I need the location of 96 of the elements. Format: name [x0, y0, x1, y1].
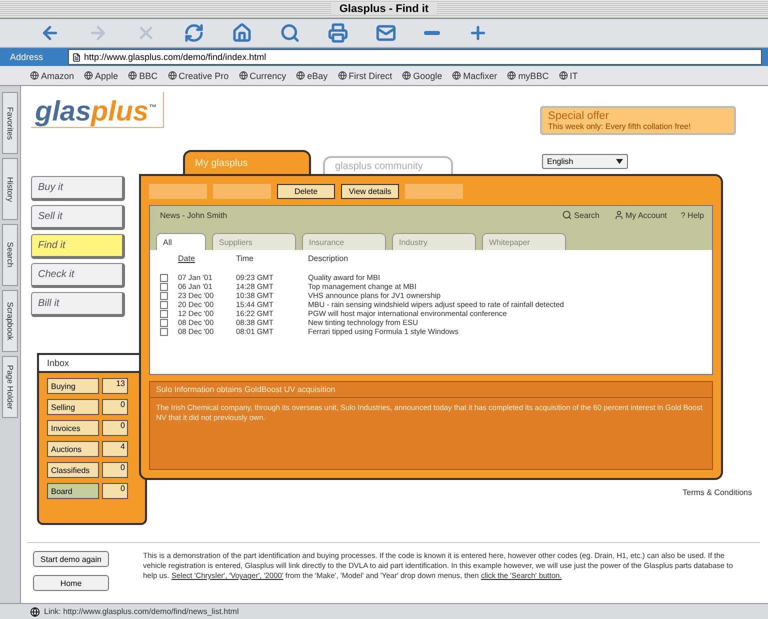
side-tab[interactable]: Favorites	[2, 92, 18, 154]
folder-count: 0	[102, 483, 128, 499]
logo: glasplus$^{™}$	[31, 92, 164, 128]
folder-button[interactable]: Auctions	[47, 441, 99, 457]
row-checkbox[interactable]	[160, 328, 168, 336]
news-link[interactable]: Search	[562, 210, 600, 220]
nav-button[interactable]: Check it	[31, 263, 125, 288]
refresh-icon	[184, 23, 204, 43]
language-select[interactable]: English	[542, 154, 628, 169]
favorite-link[interactable]: Apple	[84, 70, 118, 80]
side-tab[interactable]: Scrapbook	[2, 290, 18, 352]
favorite-link[interactable]: BBC	[128, 70, 158, 80]
globe-icon	[128, 71, 138, 80]
globe-icon	[402, 71, 412, 80]
forward-icon	[88, 23, 108, 43]
address-field[interactable]: http://www.glasplus.com/demo/find/index.html	[68, 49, 762, 65]
row-checkbox[interactable]	[160, 300, 168, 308]
folder-button[interactable]: Board	[47, 483, 99, 499]
person-icon	[614, 210, 624, 220]
globe-icon	[338, 71, 347, 80]
column-header: Date	[178, 254, 196, 263]
address-label: Address	[10, 52, 44, 62]
favorite-link[interactable]: Currency	[238, 70, 286, 80]
search-button[interactable]	[280, 23, 300, 43]
search-icon	[562, 210, 572, 220]
offer-text: This week only: Every fifth collation free!	[548, 122, 692, 131]
globe-icon	[296, 71, 306, 80]
page-icon	[72, 52, 81, 62]
nav-button[interactable]: Sell it	[31, 205, 125, 230]
action-button[interactable]: Delete	[277, 184, 335, 199]
favorite-link[interactable]: IT	[558, 70, 578, 80]
nav-button[interactable]: Find it	[31, 234, 125, 259]
folder-count: 0	[102, 399, 128, 415]
back-icon	[40, 23, 60, 43]
folder-button[interactable]: Invoices	[47, 420, 99, 436]
favorite-link[interactable]: Creative Pro	[168, 70, 229, 80]
terms-link[interactable]: Terms & Conditions	[682, 488, 752, 497]
folder-count: 4	[102, 441, 128, 457]
folder-count: 0	[102, 462, 128, 478]
mail-button[interactable]	[376, 23, 396, 43]
globe-icon	[84, 71, 94, 80]
folder-button[interactable]: Buying	[47, 378, 99, 394]
folder-count: 0	[102, 420, 128, 436]
row-checkbox[interactable]	[160, 310, 168, 318]
status-text: Link: http://www.glasplus.com/demo/find/news_list.html	[44, 607, 239, 616]
search-icon	[280, 23, 300, 43]
column-header: Description	[308, 254, 350, 263]
folder-button[interactable]: Classifieds	[47, 462, 99, 478]
globe-icon	[238, 71, 248, 80]
favorite-link[interactable]: First Direct	[338, 70, 392, 80]
printer-icon	[328, 23, 348, 43]
action-button[interactable]: View details	[341, 184, 399, 199]
special-offer-banner[interactable]: Special offer This week only: Every fifth collation free!	[540, 106, 736, 135]
mail-icon	[376, 23, 396, 43]
favorite-link[interactable]: myBBC	[507, 70, 549, 80]
favorite-link[interactable]: Google	[402, 70, 442, 80]
footer-button[interactable]: Start demo again	[33, 551, 109, 567]
row-checkbox[interactable]	[160, 274, 168, 282]
row-checkbox[interactable]	[160, 292, 168, 300]
minus-button[interactable]	[424, 31, 440, 35]
row-checkbox[interactable]	[160, 282, 168, 290]
folder-button[interactable]: Selling	[47, 399, 99, 415]
folder-count: 13	[102, 378, 128, 394]
nav-button[interactable]: Buy it	[31, 176, 125, 201]
dropdown-arrow-icon	[616, 159, 623, 164]
back-button[interactable]	[40, 23, 60, 43]
plus-button[interactable]	[468, 23, 488, 43]
printer-button[interactable]	[328, 23, 348, 43]
news-tab[interactable]: All	[156, 233, 206, 250]
home-button[interactable]	[232, 23, 252, 43]
globe-icon	[30, 71, 39, 80]
offer-title: Special offer	[548, 110, 610, 122]
globe-icon	[30, 606, 40, 616]
favorite-link[interactable]: Amazon	[30, 70, 74, 80]
home-icon	[232, 23, 252, 43]
news-link[interactable]: ? Help	[680, 210, 704, 220]
column-header: Time	[236, 254, 254, 263]
globe-icon	[452, 71, 462, 80]
footer-button[interactable]: Home	[33, 575, 109, 591]
window-title: Glasplus - Find it	[331, 3, 437, 15]
favorite-link[interactable]: eBay	[296, 70, 328, 80]
globe-icon	[168, 71, 177, 80]
minus-icon	[424, 31, 440, 35]
row-checkbox[interactable]	[160, 318, 168, 326]
globe-icon	[507, 71, 516, 80]
news-title: News - John Smith	[160, 210, 228, 220]
refresh-button[interactable]	[184, 23, 204, 43]
plus-icon	[468, 23, 488, 43]
news-link[interactable]: My Account	[614, 210, 667, 220]
nav-button[interactable]: Bill it	[31, 292, 125, 317]
side-tab[interactable]: History	[2, 158, 18, 220]
side-tab[interactable]: Search	[2, 224, 18, 286]
globe-icon	[558, 71, 568, 80]
side-tab[interactable]: Page Holder	[2, 356, 18, 418]
favorite-link[interactable]: Macfixer	[452, 70, 498, 80]
article-title: Sulo Information obtains GoldBoost UV acquisition	[150, 382, 712, 398]
